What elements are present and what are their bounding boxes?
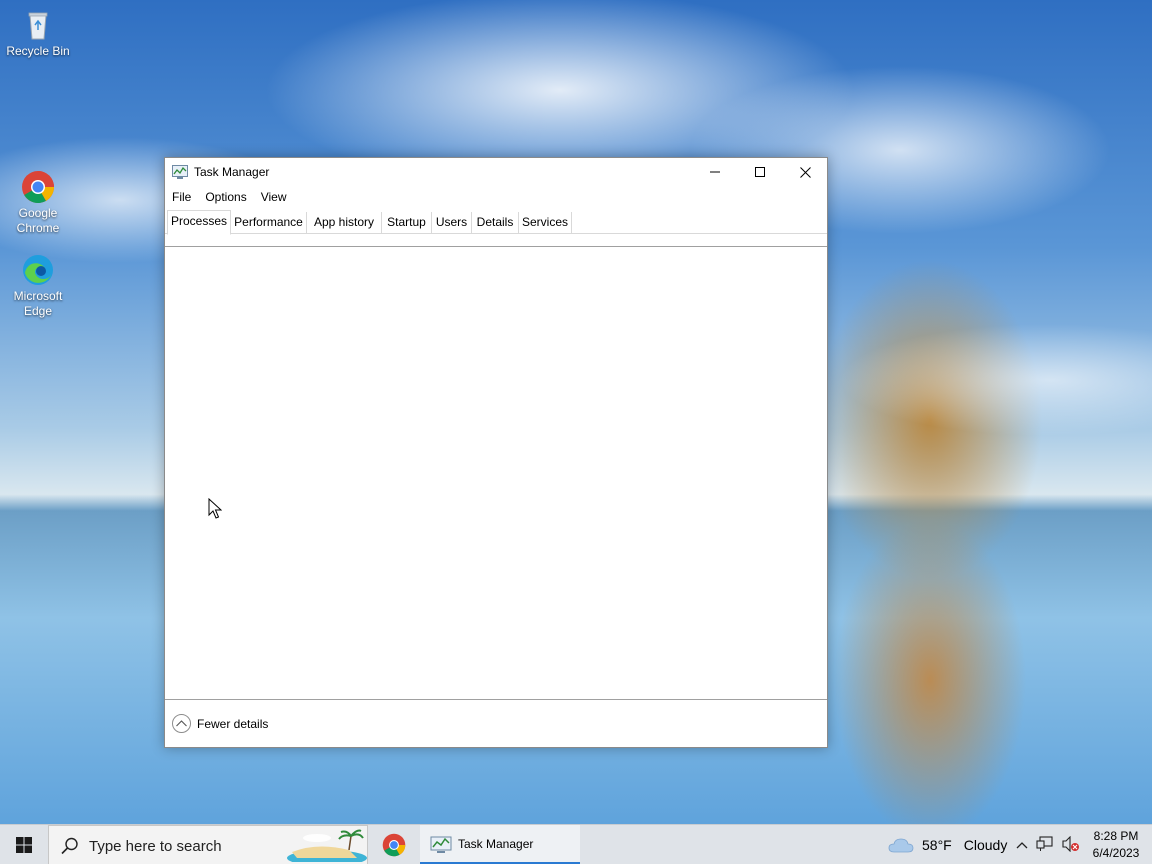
chrome-icon xyxy=(21,170,55,204)
taskbar-task-manager-button[interactable]: Task Manager xyxy=(420,825,580,864)
search-placeholder: Type here to search xyxy=(89,838,222,855)
desktop-icon-microsoft-edge[interactable]: Microsoft Edge xyxy=(0,253,76,319)
window-title: Task Manager xyxy=(194,165,270,179)
tab-strip: Processes Performance App history Startu… xyxy=(165,210,827,235)
cloud-icon xyxy=(888,838,914,853)
taskbar-task-label: Task Manager xyxy=(458,837,534,851)
tab-app-history[interactable]: App history xyxy=(307,212,382,234)
chevron-up-icon[interactable] xyxy=(1016,838,1028,852)
maximize-button[interactable] xyxy=(737,158,783,186)
taskbar-chrome-button[interactable] xyxy=(372,825,416,864)
tab-performance[interactable]: Performance xyxy=(231,212,307,234)
maximize-icon xyxy=(755,167,765,177)
tab-processes[interactable]: Processes xyxy=(167,210,231,235)
chrome-icon xyxy=(382,833,406,857)
menu-view[interactable]: View xyxy=(254,187,294,207)
minimize-button[interactable] xyxy=(692,158,738,186)
processes-panel xyxy=(165,246,827,699)
task-manager-icon xyxy=(430,836,452,853)
task-manager-window: Task Manager File Options View Processes… xyxy=(164,157,828,748)
system-tray xyxy=(1012,825,1084,864)
taskbar: Type here to search Task Manager 58°F Cl… xyxy=(0,824,1152,864)
title-bar[interactable]: Task Manager xyxy=(165,158,827,186)
tab-services[interactable]: Services xyxy=(519,212,572,234)
fewer-details-button[interactable]: Fewer details xyxy=(172,714,268,733)
weather-widget[interactable]: 58°F Cloudy xyxy=(888,825,1007,864)
close-icon xyxy=(799,166,811,178)
desktop-icon-label: Microsoft Edge xyxy=(13,289,63,318)
close-button[interactable] xyxy=(782,158,828,186)
tab-details[interactable]: Details xyxy=(472,212,519,234)
task-manager-icon xyxy=(172,165,188,179)
minimize-icon xyxy=(710,171,720,173)
network-icon[interactable] xyxy=(1036,835,1054,855)
desktop-icon-label: Google Chrome xyxy=(16,206,60,235)
windows-logo-icon xyxy=(16,837,32,853)
menu-file[interactable]: File xyxy=(165,187,198,207)
start-button[interactable] xyxy=(0,825,48,864)
clock-date: 6/4/2023 xyxy=(1092,846,1140,860)
tab-startup[interactable]: Startup xyxy=(382,212,432,234)
taskbar-search-box[interactable]: Type here to search xyxy=(48,825,368,864)
weather-condition: Cloudy xyxy=(963,837,1008,853)
chevron-up-icon xyxy=(172,714,191,733)
desktop-icon-recycle-bin[interactable]: Recycle Bin xyxy=(0,8,76,59)
edge-icon xyxy=(21,253,55,287)
window-footer: Fewer details xyxy=(165,699,827,747)
desktop-icon-label: Recycle Bin xyxy=(6,44,70,58)
recycle-bin-icon xyxy=(21,8,55,42)
weather-temperature: 58°F xyxy=(922,837,952,853)
menu-bar: File Options View xyxy=(165,187,294,207)
clock[interactable]: 8:28 PM 6/4/2023 xyxy=(1086,828,1146,862)
fewer-details-label: Fewer details xyxy=(197,716,269,731)
search-icon xyxy=(61,837,78,855)
mouse-cursor-icon xyxy=(208,498,222,519)
menu-options[interactable]: Options xyxy=(198,187,253,207)
tab-users[interactable]: Users xyxy=(432,212,472,234)
desktop-icon-google-chrome[interactable]: Google Chrome xyxy=(0,170,76,236)
volume-muted-icon[interactable] xyxy=(1062,835,1080,855)
clock-time: 8:28 PM xyxy=(1093,829,1139,843)
search-highlight-beach-icon xyxy=(287,829,367,862)
